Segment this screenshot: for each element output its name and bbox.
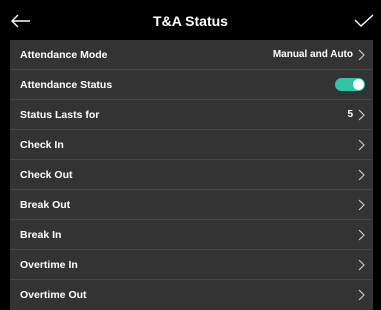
chevron-right-icon — [357, 199, 365, 211]
chevron-right-icon — [357, 169, 365, 181]
chevron-right-icon — [357, 109, 365, 121]
status-lasts-for-label: Status Lasts for — [20, 108, 100, 121]
chevron-right-icon — [357, 139, 365, 151]
break-out-row[interactable]: Break Out — [10, 190, 373, 220]
check-out-row[interactable]: Check Out — [10, 160, 373, 190]
overtime-out-label: Overtime Out — [20, 289, 87, 301]
chevron-right-icon — [357, 229, 365, 241]
attendance-mode-label: Attendance Mode — [20, 48, 108, 61]
checkmark-icon — [354, 14, 374, 27]
attendance-status-row: Attendance Status — [10, 70, 373, 100]
overtime-out-row[interactable]: Overtime Out — [10, 280, 373, 310]
page-title: T&A Status — [153, 13, 228, 29]
status-lasts-for-row[interactable]: Status Lasts for 5 — [10, 100, 373, 130]
chevron-right-icon — [357, 259, 365, 271]
status-lasts-for-value: 5 — [347, 109, 353, 120]
check-in-row[interactable]: Check In — [10, 130, 373, 160]
attendance-mode-row[interactable]: Attendance Mode Manual and Auto — [10, 40, 373, 70]
attendance-status-toggle[interactable] — [335, 78, 365, 91]
title-bar: T&A Status — [0, 0, 381, 40]
screen: T&A Status Attendance Mode Manual and Au… — [0, 0, 381, 310]
chevron-right-icon — [357, 289, 365, 301]
overtime-in-row[interactable]: Overtime In — [10, 250, 373, 280]
attendance-mode-value: Manual and Auto — [272, 49, 353, 60]
break-in-label: Break In — [20, 228, 62, 241]
toggle-knob — [353, 79, 364, 90]
break-in-row[interactable]: Break In — [10, 220, 373, 250]
chevron-right-icon — [357, 49, 365, 61]
check-out-label: Check Out — [20, 168, 73, 181]
check-in-label: Check In — [20, 138, 64, 151]
settings-list: Attendance Mode Manual and Auto Attendan… — [10, 40, 373, 310]
break-out-label: Break Out — [20, 198, 71, 211]
confirm-button[interactable] — [351, 8, 377, 34]
attendance-status-label: Attendance Status — [20, 78, 113, 91]
overtime-in-label: Overtime In — [20, 258, 78, 271]
